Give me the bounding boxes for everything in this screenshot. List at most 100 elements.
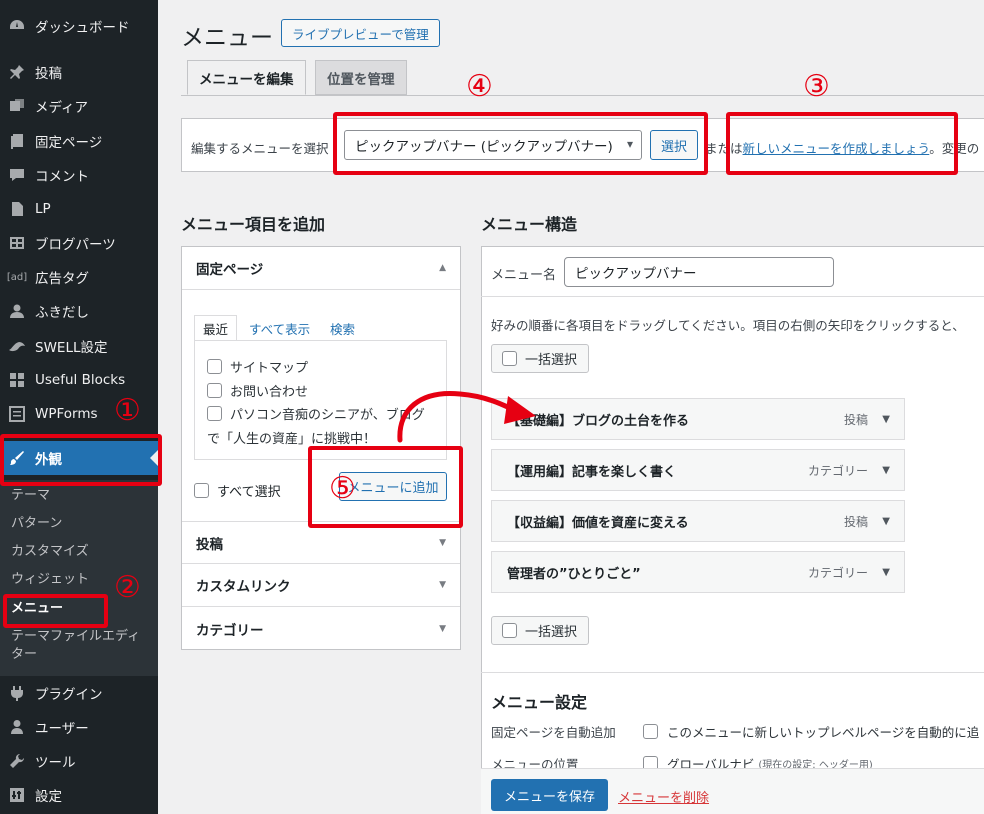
submenu-item-patterns[interactable]: パターン (11, 515, 62, 533)
save-menu-button[interactable]: メニューを保存 (491, 779, 608, 811)
menu-name-input[interactable]: ピックアップバナー (564, 257, 834, 287)
caret-down-icon[interactable]: ▼ (882, 516, 890, 527)
sidebar-item-label: WPForms (35, 406, 98, 422)
sidebar-item-comments[interactable]: コメント (0, 158, 158, 192)
checkbox[interactable] (502, 623, 517, 638)
sidebar-item-posts[interactable]: 投稿 (0, 55, 158, 89)
checkbox[interactable] (207, 359, 222, 374)
select-all-pages[interactable]: すべて選択 (194, 481, 281, 500)
form-icon (7, 404, 27, 424)
sidebar-item-label: プラグイン (35, 687, 103, 703)
sidebar-item-tools[interactable]: ツール (0, 744, 158, 778)
sidebar-item-label: 投稿 (35, 66, 62, 82)
page-label: サイトマップ (230, 361, 309, 376)
settings-icon (7, 785, 27, 805)
sidebar-item-swell-settings[interactable]: SWELL設定 (0, 329, 158, 363)
accordion-title: 固定ページ (196, 262, 264, 278)
submenu-item-theme-file-editor[interactable]: テーマファイルエディ (11, 628, 140, 646)
sidebar-item-useful-blocks[interactable]: Useful Blocks (0, 363, 158, 397)
menu-name-label: メニュー名 (491, 268, 557, 283)
sidebar-item-dashboard[interactable]: ダッシュボード (0, 9, 158, 43)
accordion-title: 投稿 (196, 536, 223, 553)
submenu-item-widgets[interactable]: ウィジェット (11, 571, 89, 589)
accordion-pages-header[interactable]: 固定ページ ▲ (182, 247, 460, 290)
annotation-box-menus (3, 594, 108, 628)
menu-item[interactable]: 【運用編】記事を楽しく書く カテゴリー ▼ (491, 449, 905, 491)
bulk-select-label: 一括選択 (525, 625, 578, 640)
wrench-icon (7, 751, 27, 771)
media-icon (7, 96, 27, 116)
divider (481, 672, 984, 673)
caret-down-icon[interactable]: ▼ (882, 465, 890, 476)
menu-item-type: カテゴリー (807, 463, 868, 478)
menu-select-label: 編集するメニューを選択 (191, 141, 329, 156)
menu-item[interactable]: 管理者の”ひとりごと” カテゴリー ▼ (491, 551, 905, 593)
document-icon (7, 199, 27, 219)
checkbox[interactable] (207, 383, 222, 398)
menu-item[interactable]: 【収益編】価値を資産に変える 投稿 ▼ (491, 500, 905, 542)
page-title: メニュー (181, 25, 273, 51)
accordion-custom-links-header[interactable]: カスタムリンク ▼ (182, 564, 460, 607)
auto-add-label: 固定ページを自動追加 (491, 725, 616, 740)
annotation-box-appearance (0, 434, 162, 486)
submenu-item-theme-file-editor-wrap[interactable]: ター (11, 646, 37, 664)
auto-add-option[interactable]: このメニューに新しいトップレベルページを自動的に追 (643, 722, 979, 741)
delete-menu-link[interactable]: メニューを削除 (618, 787, 709, 806)
annotation-number-3: ③ (803, 69, 830, 104)
sidebar-item-label: コメント (35, 169, 89, 185)
sidebar-item-users[interactable]: ユーザー (0, 710, 158, 744)
sidebar-item-ad-tags[interactable]: [ad] 広告タグ (0, 260, 158, 294)
sidebar-item-label: Useful Blocks (35, 372, 126, 388)
page-checkbox-item[interactable]: サイトマップ (207, 357, 308, 376)
live-preview-button[interactable]: ライブプレビューで管理 (281, 19, 440, 47)
checkbox[interactable] (502, 351, 517, 366)
sidebar-item-label: SWELL設定 (35, 340, 108, 356)
page-label: お問い合わせ (230, 385, 309, 400)
accordion-categories-header[interactable]: カテゴリー ▼ (182, 607, 460, 650)
bulk-select-label: 一括選択 (525, 353, 578, 368)
subtab-search[interactable]: 検索 (322, 315, 363, 341)
page-checkbox-item[interactable]: お問い合わせ (207, 381, 308, 400)
sidebar-item-pages[interactable]: 固定ページ (0, 124, 158, 158)
sidebar-item-label: ユーザー (35, 721, 89, 737)
pin-icon (7, 62, 27, 82)
sidebar-item-balloons[interactable]: ふきだし (0, 294, 158, 328)
sidebar-item-settings[interactable]: 設定 (0, 778, 158, 812)
caret-down-icon: ▼ (439, 623, 446, 634)
checkbox[interactable] (643, 724, 658, 739)
sidebar-item-plugins[interactable]: プラグイン (0, 676, 158, 710)
submenu-item-theme[interactable]: テーマ (11, 487, 50, 505)
menu-item-type: 投稿 (843, 514, 868, 529)
dashboard-icon (7, 16, 27, 36)
sidebar-item-label: 固定ページ (35, 135, 103, 151)
annotation-number-5: ⑤ (329, 471, 356, 506)
tab-edit-menus[interactable]: メニューを編集 (187, 60, 306, 95)
caret-down-icon[interactable]: ▼ (882, 414, 890, 425)
sidebar-item-lp[interactable]: LP (0, 192, 158, 226)
sidebar-item-label: 設定 (35, 789, 62, 805)
accordion-title: カスタムリンク (196, 579, 291, 595)
checkbox[interactable] (194, 483, 209, 498)
swell-icon (7, 336, 27, 356)
menu-item-title: 【収益編】価値を資産に変える (507, 515, 689, 531)
sidebar-item-label: ふきだし (35, 305, 89, 321)
drag-hint: 好みの順番に各項目をドラッグしてください。項目の右側の矢印をクリックすると、 (491, 318, 965, 333)
bulk-select-button-bottom[interactable]: 一括選択 (491, 616, 589, 645)
annotation-box-menu-select (333, 112, 708, 175)
submenu-item-customize[interactable]: カスタマイズ (11, 543, 89, 561)
sidebar-item-blog-parts[interactable]: ブログパーツ (0, 226, 158, 260)
tab-manage-locations[interactable]: 位置を管理 (315, 60, 407, 95)
bulk-select-button[interactable]: 一括選択 (491, 344, 589, 373)
page-icon (7, 131, 27, 151)
menu-item-type: カテゴリー (807, 565, 868, 580)
checkbox[interactable] (207, 406, 222, 421)
sidebar-item-label: ダッシュボード (35, 20, 130, 36)
menu-item[interactable]: 【基礎編】ブログの土台を作る 投稿 ▼ (491, 398, 905, 440)
user-icon (7, 717, 27, 737)
caret-down-icon[interactable]: ▼ (882, 567, 890, 578)
sidebar-item-label: LP (35, 201, 51, 217)
sidebar-item-media[interactable]: メディア (0, 89, 158, 123)
subtab-recent[interactable]: 最近 (194, 315, 238, 341)
subtab-view-all[interactable]: すべて表示 (241, 315, 318, 341)
caret-down-icon: ▼ (439, 537, 446, 548)
